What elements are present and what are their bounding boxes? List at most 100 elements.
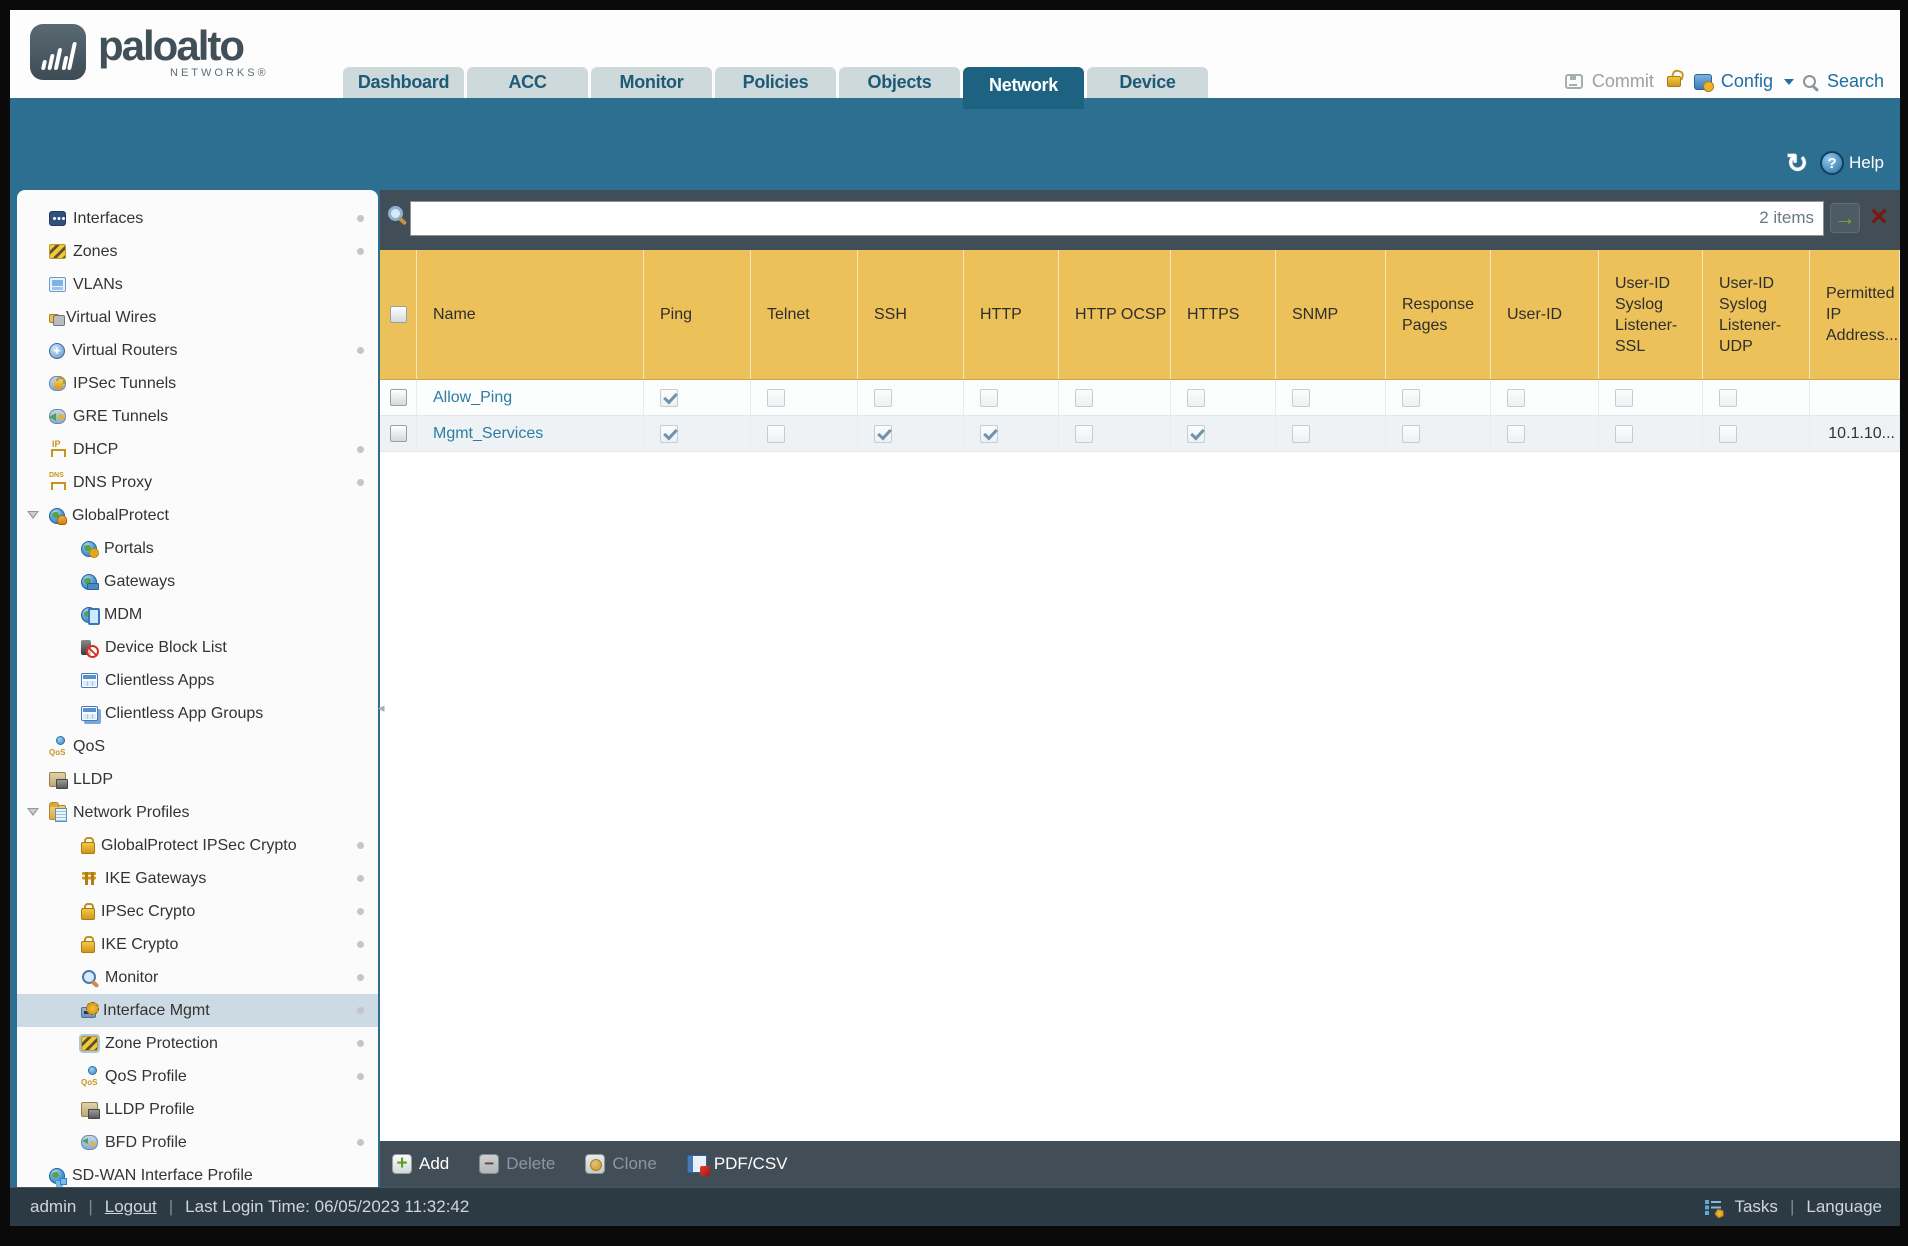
http-ocsp-checkbox[interactable] <box>1075 424 1093 443</box>
logout-link[interactable]: Logout <box>105 1197 157 1217</box>
sidebar-item-interfaces[interactable]: Interfaces <box>17 202 378 235</box>
config-button[interactable]: Config <box>1721 71 1773 92</box>
sidebar-item-qos[interactable]: QoS <box>17 730 378 763</box>
sidebar-item-sd-wan-interface-profile[interactable]: SD-WAN Interface Profile <box>17 1159 378 1187</box>
user-id-checkbox[interactable] <box>1507 388 1525 407</box>
sidebar-item-device-block-list[interactable]: Device Block List <box>17 631 378 664</box>
sidebar-item-lldp[interactable]: LLDP <box>17 763 378 796</box>
dns-proxy-icon <box>49 472 66 490</box>
tab-objects[interactable]: Objects <box>839 67 960 98</box>
tab-acc[interactable]: ACC <box>467 67 588 98</box>
column-header-response-pages[interactable]: Response Pages <box>1386 250 1491 379</box>
user-id-checkbox[interactable] <box>1507 424 1525 443</box>
filter-input[interactable] <box>410 201 1824 236</box>
sidebar-item-vlans[interactable]: VLANs <box>17 268 378 301</box>
sidebar-item-globalprotect-ipsec-crypto[interactable]: GlobalProtect IPSec Crypto <box>17 829 378 862</box>
sidebar-collapse-handle[interactable]: ◂ <box>378 700 385 716</box>
uid-syslog-ssl-checkbox[interactable] <box>1615 424 1633 443</box>
sidebar-item-ipsec-crypto[interactable]: IPSec Crypto <box>17 895 378 928</box>
ssh-checkbox[interactable] <box>874 424 892 443</box>
tab-dashboard[interactable]: Dashboard <box>343 67 464 98</box>
column-header-snmp[interactable]: SNMP <box>1276 250 1386 379</box>
sidebar-item-clientless-app-groups[interactable]: Clientless App Groups <box>17 697 378 730</box>
response-pages-checkbox[interactable] <box>1402 388 1420 407</box>
sidebar-item-dhcp[interactable]: DHCP <box>17 433 378 466</box>
sidebar-item-portals[interactable]: Portals <box>17 532 378 565</box>
gateways-icon <box>81 573 99 590</box>
expander-triangle-icon[interactable] <box>27 808 39 816</box>
column-header-name[interactable]: Name <box>417 250 644 379</box>
sidebar-item-label: GRE Tunnels <box>73 407 169 425</box>
snmp-checkbox[interactable] <box>1292 388 1310 407</box>
uid-syslog-udp-checkbox[interactable] <box>1719 388 1737 407</box>
ping-checkbox[interactable] <box>660 388 678 407</box>
row-checkbox[interactable] <box>389 389 407 406</box>
column-header-ssh[interactable]: SSH <box>858 250 964 379</box>
http-checkbox[interactable] <box>980 388 998 407</box>
response-pages-checkbox[interactable] <box>1402 424 1420 443</box>
sidebar-item-interface-mgmt[interactable]: Interface Mgmt <box>17 994 378 1027</box>
uid-syslog-udp-checkbox[interactable] <box>1719 424 1737 443</box>
tasks-button[interactable]: Tasks <box>1734 1197 1777 1217</box>
tab-monitor[interactable]: Monitor <box>591 67 712 98</box>
sidebar-item-clientless-apps[interactable]: Clientless Apps <box>17 664 378 697</box>
pdf-csv-button[interactable]: PDF/CSV <box>686 1154 788 1176</box>
sidebar-item-monitor[interactable]: Monitor <box>17 961 378 994</box>
sidebar-item-gateways[interactable]: Gateways <box>17 565 378 598</box>
add-button[interactable]: Add <box>392 1154 449 1174</box>
profile-name-link[interactable]: Mgmt_Services <box>433 425 543 443</box>
sidebar-item-bfd-profile[interactable]: BFD Profile <box>17 1126 378 1159</box>
https-checkbox[interactable] <box>1187 424 1205 443</box>
ping-checkbox[interactable] <box>660 424 678 443</box>
column-header-http[interactable]: HTTP <box>964 250 1059 379</box>
delete-button[interactable]: Delete <box>479 1154 555 1174</box>
column-header-ping[interactable]: Ping <box>644 250 751 379</box>
sidebar-item-mdm[interactable]: MDM <box>17 598 378 631</box>
column-header-telnet[interactable]: Telnet <box>751 250 858 379</box>
sidebar-item-zone-protection[interactable]: Zone Protection <box>17 1027 378 1060</box>
sidebar-item-virtual-wires[interactable]: Virtual Wires <box>17 301 378 334</box>
language-button[interactable]: Language <box>1806 1197 1882 1217</box>
http-checkbox[interactable] <box>980 424 998 443</box>
column-header-http-ocsp[interactable]: HTTP OCSP <box>1059 250 1171 379</box>
tab-device[interactable]: Device <box>1087 67 1208 98</box>
uid-syslog-ssl-checkbox[interactable] <box>1615 388 1633 407</box>
sidebar-item-qos-profile[interactable]: QoS Profile <box>17 1060 378 1093</box>
column-header-permitted-ip[interactable]: Permitted IP Address... <box>1810 250 1900 379</box>
lock-icon[interactable] <box>1666 76 1681 87</box>
row-checkbox[interactable] <box>389 425 407 442</box>
expander-triangle-icon[interactable] <box>27 511 39 519</box>
column-header-uid-syslog-udp[interactable]: User-ID Syslog Listener-UDP <box>1703 250 1810 379</box>
sidebar-item-zones[interactable]: Zones <box>17 235 378 268</box>
telnet-checkbox[interactable] <box>767 388 785 407</box>
column-header-https[interactable]: HTTPS <box>1171 250 1276 379</box>
sidebar-item-ike-crypto[interactable]: IKE Crypto <box>17 928 378 961</box>
profile-name-link[interactable]: Allow_Ping <box>433 389 512 407</box>
https-checkbox[interactable] <box>1187 388 1205 407</box>
snmp-checkbox[interactable] <box>1292 424 1310 443</box>
sidebar-item-globalprotect[interactable]: GlobalProtect <box>17 499 378 532</box>
ssh-checkbox[interactable] <box>874 388 892 407</box>
tab-policies[interactable]: Policies <box>715 67 836 98</box>
sidebar-item-dns-proxy[interactable]: DNS Proxy <box>17 466 378 499</box>
sidebar-item-gre-tunnels[interactable]: GRE Tunnels <box>17 400 378 433</box>
column-header-uid-syslog-ssl[interactable]: User-ID Syslog Listener-SSL <box>1599 250 1703 379</box>
refresh-icon[interactable]: ↻ <box>1786 150 1808 176</box>
sidebar-item-virtual-routers[interactable]: Virtual Routers <box>17 334 378 367</box>
http-ocsp-checkbox[interactable] <box>1075 388 1093 407</box>
clone-button[interactable]: Clone <box>585 1154 657 1174</box>
commit-button[interactable]: Commit <box>1592 71 1654 92</box>
sidebar-item-lldp-profile[interactable]: LLDP Profile <box>17 1093 378 1126</box>
help-group[interactable]: ? Help <box>1820 151 1884 175</box>
sidebar-item-ike-gateways[interactable]: IKE Gateways <box>17 862 378 895</box>
select-all-checkbox[interactable] <box>389 306 407 323</box>
global-search-button[interactable]: Search <box>1827 71 1884 92</box>
column-header-user-id[interactable]: User-ID <box>1491 250 1599 379</box>
chevron-down-icon[interactable] <box>1783 78 1794 85</box>
clear-filter-button[interactable]: × <box>1864 202 1894 233</box>
sidebar-item-ipsec-tunnels[interactable]: IPSec Tunnels <box>17 367 378 400</box>
telnet-checkbox[interactable] <box>767 424 785 443</box>
sidebar-item-network-profiles[interactable]: Network Profiles <box>17 796 378 829</box>
apply-filter-button[interactable]: → <box>1830 203 1860 233</box>
tab-network[interactable]: Network <box>963 67 1084 109</box>
